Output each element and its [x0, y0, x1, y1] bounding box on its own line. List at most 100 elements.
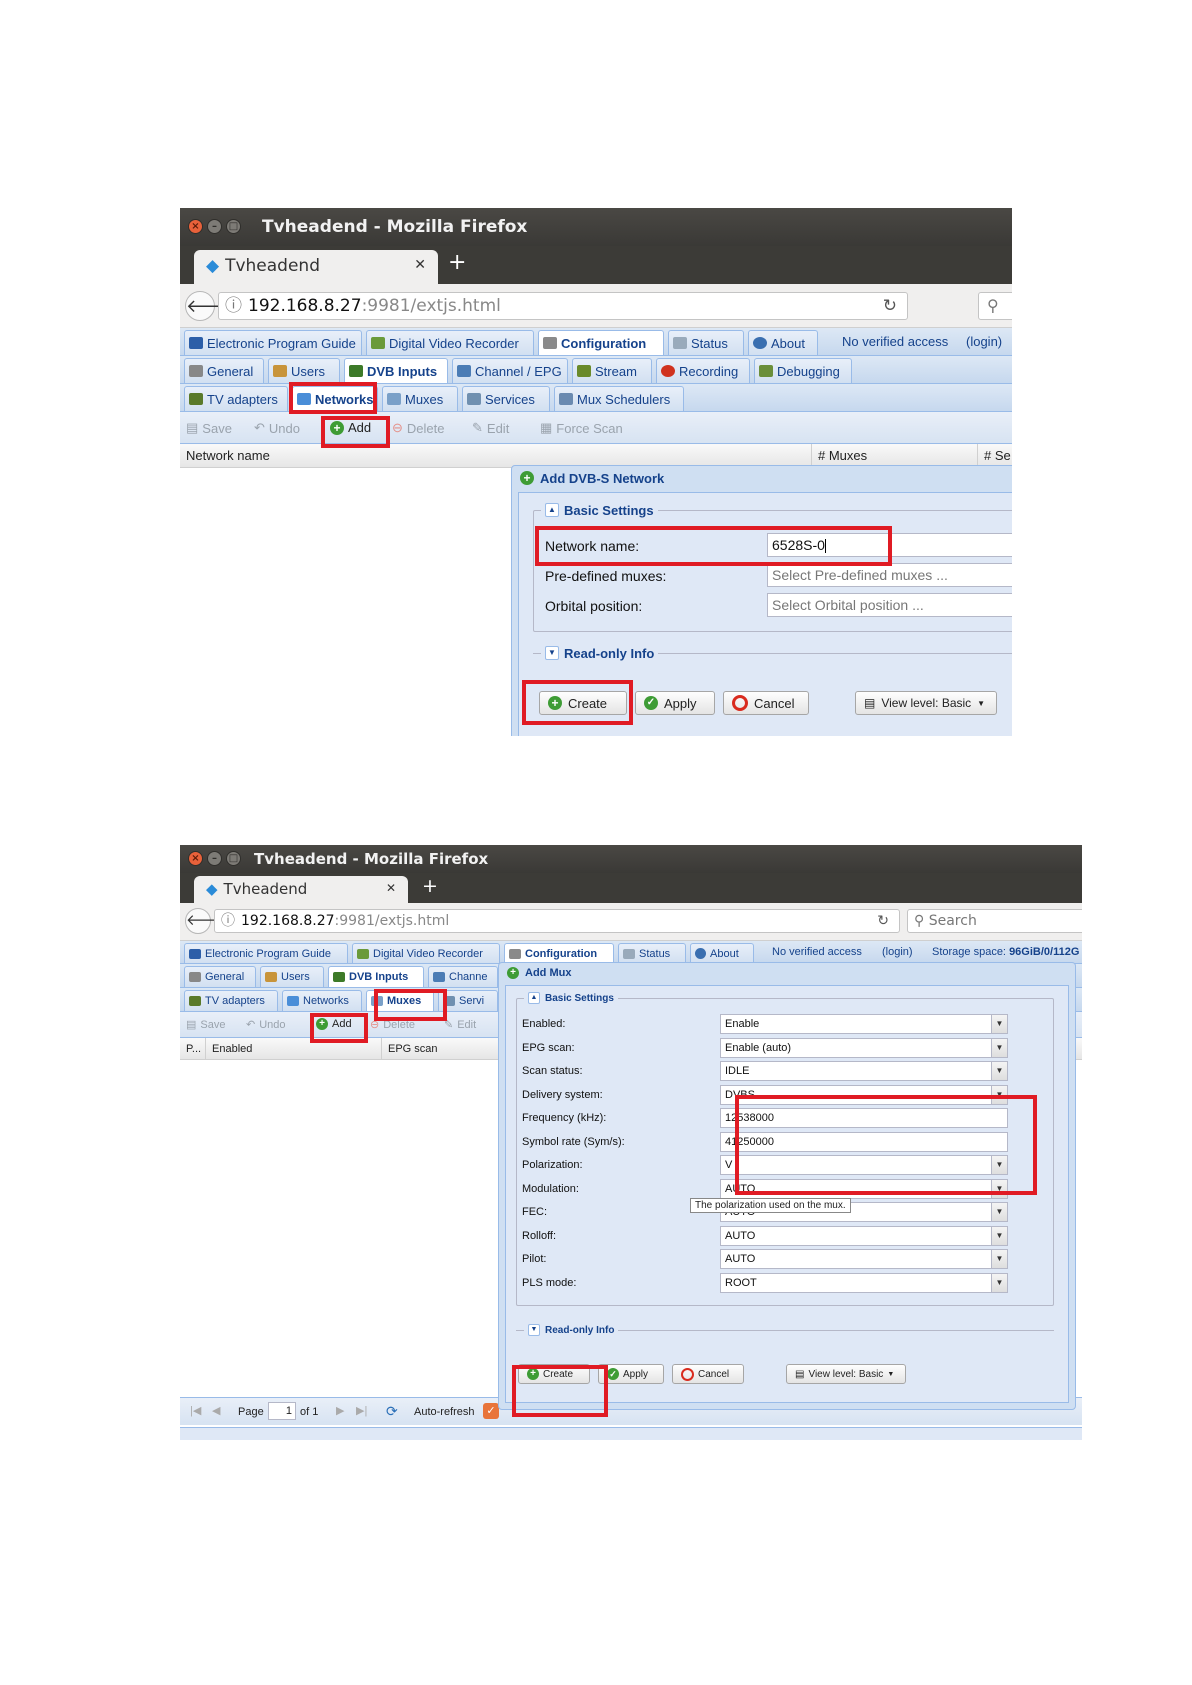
tab-stream[interactable]: Stream — [572, 358, 652, 383]
close-tab-icon[interactable]: ✕ — [386, 881, 396, 895]
search-box[interactable]: ⚲ — [978, 292, 1012, 320]
tab-muxes[interactable]: Muxes — [366, 990, 434, 1011]
url-bar[interactable]: ⓘ 192.168.8.27:9981/extjs.html ↻ — [214, 909, 900, 933]
site-info-icon[interactable]: ⓘ — [225, 296, 242, 316]
chevron-down-icon[interactable]: ▼ — [991, 1273, 1007, 1292]
create-button[interactable]: + Create — [539, 691, 627, 715]
chevron-down-icon[interactable]: ▼ — [991, 1179, 1007, 1198]
basic-settings-legend[interactable]: ▲ Basic Settings — [524, 990, 618, 1006]
undo-button[interactable]: ↶ Undo — [254, 420, 300, 436]
browser-tab[interactable]: ◆ Tvheadend ✕ — [194, 876, 408, 903]
tab-general[interactable]: General — [184, 966, 256, 987]
tab-about[interactable]: About — [690, 943, 754, 963]
column-enabled[interactable]: Enabled — [206, 1038, 382, 1059]
delete-button[interactable]: ⊖ Delete — [392, 420, 444, 436]
reload-icon[interactable]: ↻ — [877, 910, 889, 932]
tab-tv-adapters[interactable]: TV adapters — [184, 386, 288, 411]
basic-settings-legend[interactable]: ▲ Basic Settings — [541, 501, 658, 519]
add-button[interactable]: + Add — [316, 1018, 352, 1030]
site-info-icon[interactable]: ⓘ — [221, 913, 235, 929]
tab-configuration[interactable]: Configuration — [504, 943, 614, 963]
chevron-down-icon[interactable]: ▼ — [991, 1062, 1007, 1080]
expand-icon[interactable]: ▼ — [545, 646, 559, 660]
chevron-down-icon[interactable]: ▼ — [991, 1156, 1007, 1174]
back-arrow-icon[interactable]: 🡐 — [185, 291, 234, 321]
tab-users[interactable]: Users — [260, 966, 324, 987]
column-p[interactable]: P... — [180, 1038, 206, 1059]
expand-icon[interactable]: ▼ — [528, 1324, 540, 1336]
tab-configuration[interactable]: Configuration — [538, 330, 664, 355]
close-window-icon[interactable]: × — [188, 851, 203, 866]
mux-field-input[interactable]: 41250000 — [720, 1131, 1008, 1152]
prev-page-icon[interactable]: ◀ — [212, 1404, 220, 1417]
mux-field-select[interactable]: AUTO ▼ — [720, 1249, 1008, 1269]
tab-dvb-inputs[interactable]: DVB Inputs — [344, 358, 448, 383]
tab-channel-epg[interactable]: Channe — [428, 966, 498, 987]
minimize-window-icon[interactable]: – — [207, 219, 222, 234]
reload-icon[interactable]: ↻ — [883, 293, 897, 319]
tab-services[interactable]: Services — [462, 386, 550, 411]
save-button[interactable]: ▤ Save — [186, 1018, 225, 1032]
new-tab-icon[interactable]: + — [422, 875, 438, 897]
cancel-button[interactable]: Cancel — [672, 1364, 744, 1384]
login-link[interactable]: (login) — [966, 334, 1002, 349]
readonly-info-legend[interactable]: ▼ Read-only Info — [541, 644, 659, 662]
url-bar[interactable]: ⓘ 192.168.8.27:9981/extjs.html ↻ — [218, 292, 908, 320]
tab-status[interactable]: Status — [668, 330, 744, 355]
view-level-dropdown[interactable]: ▤ View level: Basic ▼ — [855, 691, 997, 715]
tab-dvr[interactable]: Digital Video Recorder — [352, 943, 500, 963]
tab-mux-schedulers[interactable]: Mux Schedulers — [554, 386, 684, 411]
mux-field-select[interactable]: V ▼ — [720, 1155, 1008, 1175]
minimize-window-icon[interactable]: – — [207, 851, 222, 866]
last-page-icon[interactable]: ▶| — [356, 1404, 367, 1417]
force-scan-button[interactable]: ▦ Force Scan — [540, 420, 623, 436]
orbital-position-select[interactable]: Select Orbital position ... — [767, 593, 1012, 617]
add-button[interactable]: + Add — [330, 420, 371, 435]
tab-about[interactable]: About — [748, 330, 818, 355]
chevron-down-icon[interactable]: ▼ — [991, 1226, 1007, 1245]
mux-field-select[interactable]: AUTO ▼ — [720, 1225, 1008, 1246]
column-network-name[interactable]: Network name — [180, 444, 812, 467]
close-tab-icon[interactable]: ✕ — [414, 257, 426, 273]
chevron-down-icon[interactable]: ▼ — [991, 1085, 1007, 1104]
tab-status[interactable]: Status — [618, 943, 686, 963]
create-button[interactable]: + Create — [518, 1364, 590, 1384]
tab-recording[interactable]: Recording — [656, 358, 750, 383]
delete-button[interactable]: ⊖ Delete — [370, 1018, 415, 1032]
cancel-button[interactable]: Cancel — [723, 691, 809, 715]
maximize-window-icon[interactable]: □ — [226, 851, 241, 866]
new-tab-icon[interactable]: + — [448, 250, 466, 275]
tab-general[interactable]: General — [184, 358, 264, 383]
login-link[interactable]: (login) — [882, 946, 913, 958]
chevron-down-icon[interactable]: ▼ — [991, 1203, 1007, 1221]
close-window-icon[interactable]: × — [188, 219, 203, 234]
mux-field-select[interactable]: AUTO ▼ — [720, 1178, 1008, 1199]
tab-muxes[interactable]: Muxes — [382, 386, 458, 411]
mux-field-select[interactable]: Enable ▼ — [720, 1014, 1008, 1034]
maximize-window-icon[interactable]: □ — [226, 219, 241, 234]
next-page-icon[interactable]: ▶ — [336, 1404, 344, 1417]
chevron-down-icon[interactable]: ▼ — [991, 1015, 1007, 1033]
tab-services[interactable]: Servi — [438, 990, 498, 1011]
column-services[interactable]: # Se — [978, 444, 1012, 467]
mux-field-select[interactable]: ROOT ▼ — [720, 1272, 1008, 1293]
apply-button[interactable]: ✓ Apply — [598, 1364, 664, 1384]
tab-epg[interactable]: Electronic Program Guide — [184, 330, 362, 355]
search-box[interactable]: ⚲ Search — [907, 909, 1082, 933]
mux-field-select[interactable]: IDLE ▼ — [720, 1061, 1008, 1081]
chevron-down-icon[interactable]: ▼ — [991, 1250, 1007, 1268]
first-page-icon[interactable]: |◀ — [190, 1404, 201, 1417]
mux-field-input[interactable]: 12538000 — [720, 1108, 1008, 1128]
view-level-dropdown[interactable]: ▤ View level: Basic ▼ — [786, 1364, 906, 1384]
mux-field-select[interactable]: DVBS ▼ — [720, 1084, 1008, 1105]
readonly-info-legend[interactable]: ▼ Read-only Info — [524, 1322, 619, 1338]
back-arrow-icon[interactable]: 🡐 — [185, 908, 226, 934]
tab-dvb-inputs[interactable]: DVB Inputs — [328, 966, 424, 987]
tab-networks[interactable]: Networks — [282, 990, 362, 1011]
mux-field-select[interactable]: Enable (auto) ▼ — [720, 1037, 1008, 1058]
column-muxes[interactable]: # Muxes — [812, 444, 978, 467]
tab-epg[interactable]: Electronic Program Guide — [184, 943, 348, 963]
undo-button[interactable]: ↶ Undo — [246, 1018, 286, 1032]
edit-button[interactable]: ✎ Edit — [444, 1018, 476, 1032]
tab-networks[interactable]: Networks — [292, 386, 378, 411]
